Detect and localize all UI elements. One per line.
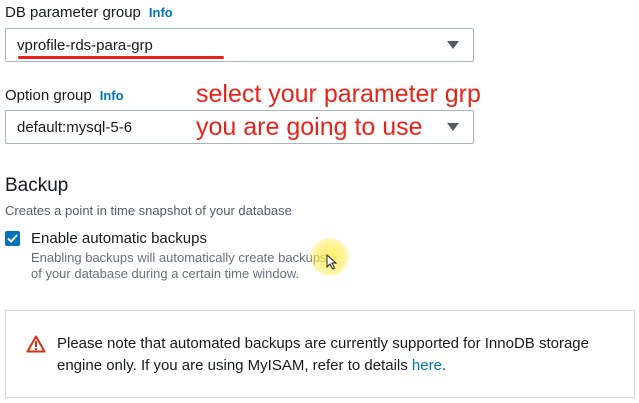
parameter-group-selected-value: vprofile-rds-para-grp	[17, 37, 153, 54]
backup-section-title: Backup	[5, 175, 69, 196]
option-group-label-text: Option group	[5, 87, 92, 104]
alert-message: Please note that automated backups are c…	[57, 333, 617, 377]
enable-backups-description: Enabling backups will automatically crea…	[31, 250, 351, 282]
parameter-group-info-link[interactable]: Info	[149, 5, 173, 20]
annotation-line-1: select your parameter grp	[196, 80, 481, 108]
mouse-pointer-icon	[326, 254, 338, 270]
annotation-line-2: you are going to use	[196, 113, 423, 141]
chevron-down-icon	[447, 41, 459, 49]
alert-details-link[interactable]: here	[412, 357, 442, 374]
red-underline-annotation	[18, 56, 224, 59]
parameter-group-label-text: DB parameter group	[5, 4, 141, 21]
enable-backups-checkbox[interactable]	[5, 231, 20, 246]
alert-message-text: Please note that automated backups are c…	[57, 335, 589, 374]
tutorial-annotation: select your parameter grp you are going …	[196, 78, 481, 144]
backup-section-description: Creates a point in time snapshot of your…	[5, 203, 292, 218]
enable-backups-desc-line-2: of your database during a certain time w…	[31, 266, 300, 281]
innodb-warning-alert: Please note that automated backups are c…	[5, 310, 635, 398]
enable-backups-desc-line-1: Enabling backups will automatically crea…	[31, 250, 327, 265]
alert-message-end: .	[441, 357, 447, 374]
rds-config-page: DB parameter group Info vprofile-rds-para…	[0, 0, 639, 403]
option-group-selected-value: default:mysql-5-6	[17, 119, 133, 136]
warning-triangle-icon	[26, 335, 46, 353]
checkmark-icon	[7, 234, 18, 243]
option-group-info-link[interactable]: Info	[100, 88, 124, 103]
option-group-label: Option group Info	[5, 87, 124, 104]
enable-backups-label[interactable]: Enable automatic backups	[31, 230, 207, 247]
parameter-group-label: DB parameter group Info	[5, 4, 173, 21]
